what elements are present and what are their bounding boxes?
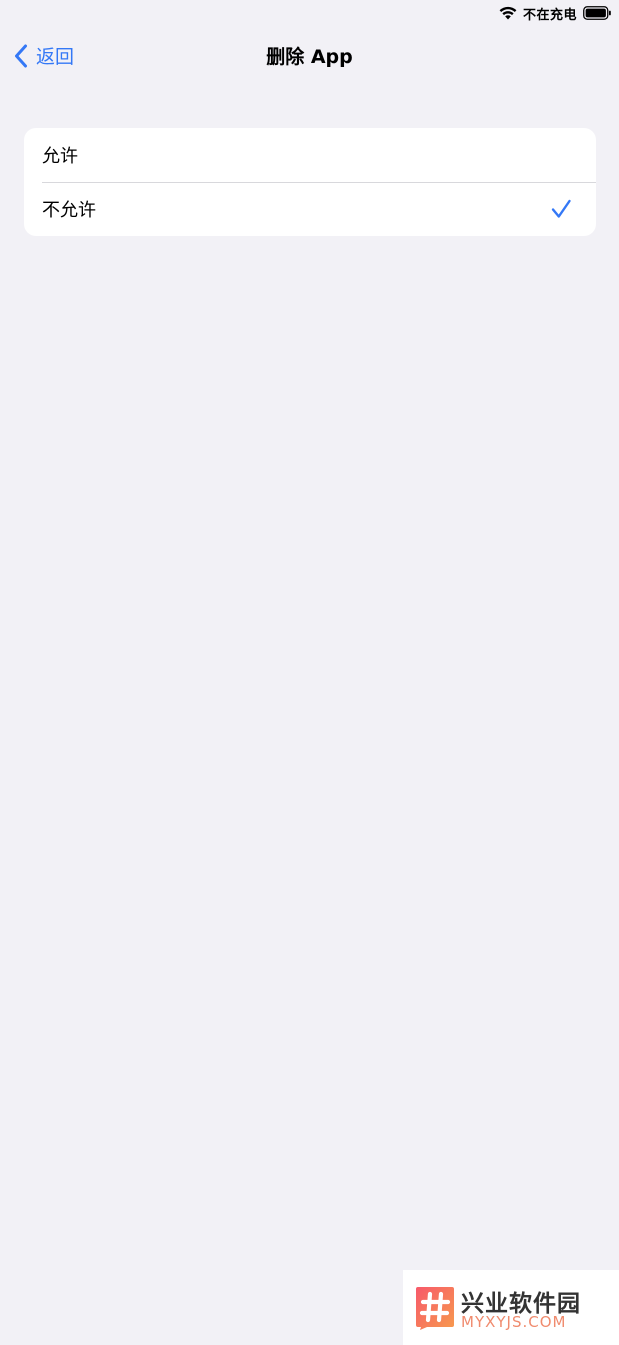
battery-icon bbox=[583, 6, 611, 20]
status-bar: 不在充电 bbox=[0, 0, 619, 26]
option-label: 不允许 bbox=[42, 200, 96, 221]
option-allow[interactable]: 允许 bbox=[24, 128, 596, 182]
navigation-bar: 返回 删除 App bbox=[0, 30, 619, 80]
wifi-icon bbox=[499, 6, 517, 20]
watermark-subtitle: MYXYJS.COM bbox=[461, 1313, 567, 1331]
watermark: 兴业软件园 MYXYJS.COM bbox=[403, 1270, 619, 1345]
option-disallow[interactable]: 不允许 bbox=[24, 182, 596, 236]
charging-status-text: 不在充电 bbox=[522, 7, 577, 23]
status-indicators: 不在充电 bbox=[499, 4, 611, 23]
hash-logo-icon bbox=[416, 1287, 454, 1330]
option-label: 允许 bbox=[42, 146, 78, 167]
delete-app-options: 允许 不允许 bbox=[24, 128, 596, 236]
page-title: 删除 App bbox=[266, 46, 353, 68]
checkmark-icon bbox=[551, 199, 571, 218]
